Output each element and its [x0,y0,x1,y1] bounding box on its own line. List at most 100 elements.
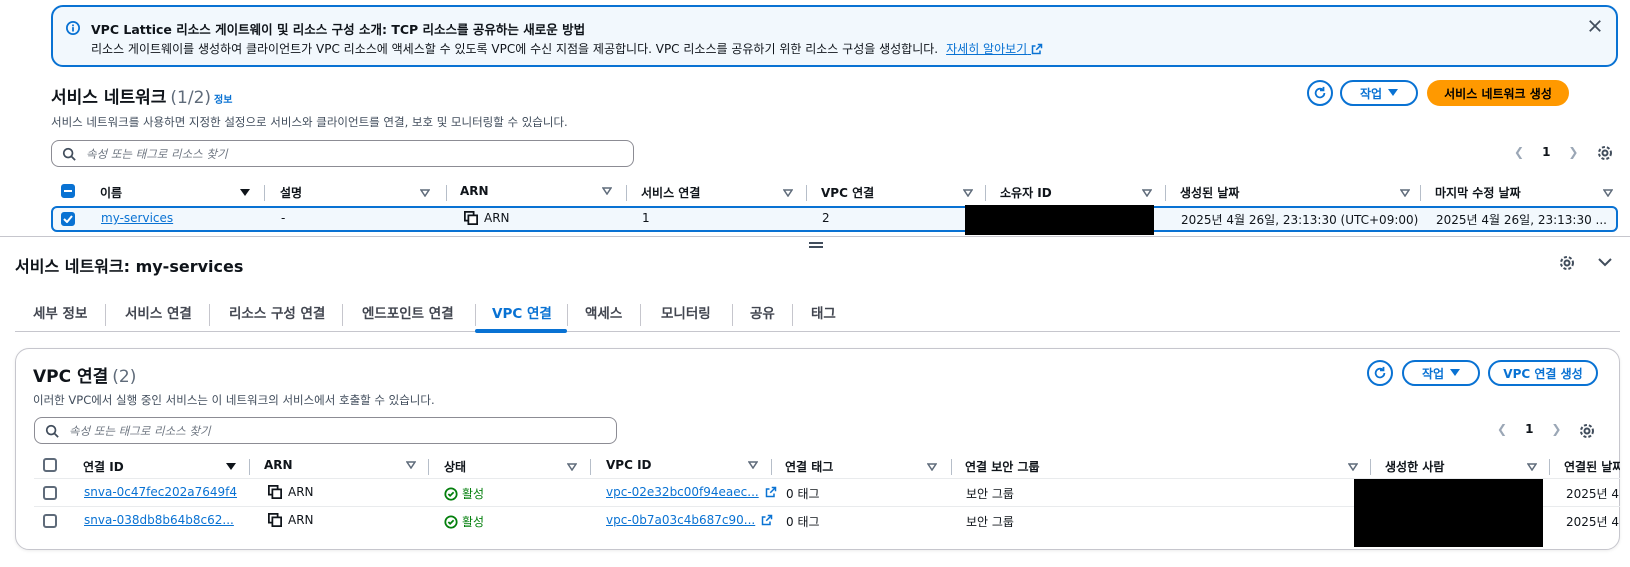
sort-icon [226,462,236,470]
sort-icon [927,462,937,471]
column-label: 소유자 ID [1000,186,1052,200]
success-icon [444,514,458,529]
refresh-icon [1314,86,1326,99]
assoc-arn[interactable]: ARN [268,513,314,527]
column-header-vpc-assoc[interactable]: VPC 연결 [821,184,973,201]
network-arn[interactable]: ARN [464,211,510,225]
row-checkbox[interactable] [43,486,57,500]
tab-monitoring[interactable]: 모니터링 [661,302,711,322]
column-header-created-by[interactable]: 생성한 사람 [1385,458,1537,475]
actions-dropdown[interactable]: 작업 [1402,360,1480,386]
redacted-created-by [1354,479,1543,547]
assoc-id-link[interactable]: snva-0c47fec202a7649f4 [84,485,237,499]
assoc-arn[interactable]: ARN [268,485,314,499]
search-bar[interactable] [51,140,634,167]
close-icon[interactable] [1588,19,1602,33]
info-banner: VPC Lattice 리소스 게이트웨이 및 리소스 구성 소개: TCP 리… [51,5,1618,67]
column-header-name[interactable]: 이름 [100,184,250,201]
column-label: 연결된 날짜 [1564,460,1620,474]
tab-details[interactable]: 세부 정보 [33,302,87,322]
tab-service-assoc[interactable]: 서비스 연결 [125,302,192,322]
column-header-assoc-date[interactable]: 연결된 날짜 [1564,458,1620,475]
search-input[interactable] [69,423,583,438]
column-header-created[interactable]: 생성된 날짜 [1180,184,1410,201]
sort-icon [602,187,612,195]
vpc-assoc-description: 이러한 VPC에서 실행 중인 서비스는 이 네트워크의 서비스에서 호출할 수… [33,393,435,407]
create-vpc-assoc-button[interactable]: VPC 연결 생성 [1488,360,1598,386]
column-header-security-group[interactable]: 연결 보안 그룹 [965,458,1358,475]
vpc-assoc-count: (2) [112,367,137,387]
security-group: 보안 그룹 [966,487,1014,501]
refresh-button[interactable] [1367,360,1393,386]
column-header-arn[interactable]: ARN [460,184,612,198]
column-header-status[interactable]: 상태 [444,458,577,475]
split-divider[interactable] [0,236,1630,237]
column-header-vpc-id[interactable]: VPC ID [606,458,758,472]
search-bar[interactable] [34,417,617,444]
arn-label: ARN [484,211,510,225]
settings-icon[interactable] [1597,145,1613,161]
vpc-assoc-title-text: VPC 연결 [33,367,109,387]
search-input[interactable] [86,146,600,161]
column-label: VPC ID [606,458,652,472]
next-page-icon[interactable]: ❯ [1568,145,1578,159]
previous-page-icon[interactable]: ❮ [1497,422,1507,436]
column-header-description[interactable]: 설명 [280,184,430,201]
vpc-id-link[interactable]: vpc-02e32bc00f94eaec... [606,485,777,499]
next-page-icon[interactable]: ❯ [1551,422,1561,436]
tab-sharing[interactable]: 공유 [750,302,775,322]
success-icon [444,486,458,501]
assoc-tags: 0 태그 [786,515,820,529]
sort-icon [406,461,416,469]
select-all-checkbox[interactable] [43,458,57,472]
column-header-assoc-id[interactable]: 연결 ID [83,458,236,475]
column-header-service-assoc[interactable]: 서비스 연결 [641,184,793,201]
assoc-id-link[interactable]: snva-038db8b64b8c62... [84,513,234,527]
row-checkbox[interactable] [43,514,57,528]
vpc-assoc-count: 2 [822,211,830,225]
vpc-id-label: vpc-0b7a03c4b687c90... [606,513,756,527]
service-assoc-count: 1 [642,211,650,225]
tab-vpc-assoc[interactable]: VPC 연결 [492,302,552,322]
create-service-network-button[interactable]: 서비스 네트워크 생성 [1427,80,1569,106]
sort-icon [783,188,793,197]
tab-resource-config-assoc[interactable]: 리소스 구성 연결 [229,302,325,322]
status-label: 활성 [462,515,485,529]
column-header-owner-id[interactable]: 소유자 ID [1000,184,1152,201]
column-header-assoc-tags[interactable]: 연결 태그 [785,458,937,475]
info-link[interactable]: 정보 [214,91,232,106]
column-label: 생성된 날짜 [1180,186,1240,200]
copy-icon [464,211,478,225]
column-header-modified[interactable]: 마지막 수정 날짜 [1435,184,1613,201]
created-date: 2025년 4월 26일, 23:13:30 (UTC+09:00) [1181,213,1419,227]
tab-access[interactable]: 액세스 [585,302,622,322]
pagination: ❮ 1 ❯ [1514,145,1578,159]
collapse-chevron-icon[interactable] [1598,257,1612,267]
network-name-link[interactable]: my-services [101,211,173,225]
modified-date: 2025년 4월 26일, 23:13:30 ... [1436,213,1607,227]
pagination: ❮ 1 ❯ [1497,422,1561,436]
previous-page-icon[interactable]: ❮ [1514,145,1524,159]
column-label: 이름 [100,186,123,200]
column-header-arn[interactable]: ARN [264,458,416,472]
tab-endpoint-assoc[interactable]: 엔드포인트 연결 [362,302,454,322]
select-all-checkbox[interactable] [61,184,75,198]
tab-tags[interactable]: 태그 [811,302,836,322]
row-checkbox[interactable] [61,212,75,226]
sort-icon [748,461,758,469]
status-badge: 활성 [444,485,484,502]
vpc-id-link[interactable]: vpc-0b7a03c4b687c90... [606,513,773,527]
settings-icon[interactable] [1579,423,1595,439]
page-number[interactable]: 1 [1525,422,1533,436]
learn-more-label: 자세히 알아보기 [946,42,1028,56]
actions-dropdown[interactable]: 작업 [1340,80,1418,106]
refresh-button[interactable] [1307,80,1333,106]
page-number[interactable]: 1 [1542,145,1550,159]
settings-icon[interactable] [1559,255,1575,271]
copy-icon [268,513,282,527]
assoc-tags: 0 태그 [786,487,820,501]
column-label: 연결 ID [83,460,124,474]
drag-handle-icon[interactable] [809,238,823,248]
learn-more-link[interactable]: 자세히 알아보기 [946,42,1043,56]
actions-label: 작업 [1421,366,1445,381]
